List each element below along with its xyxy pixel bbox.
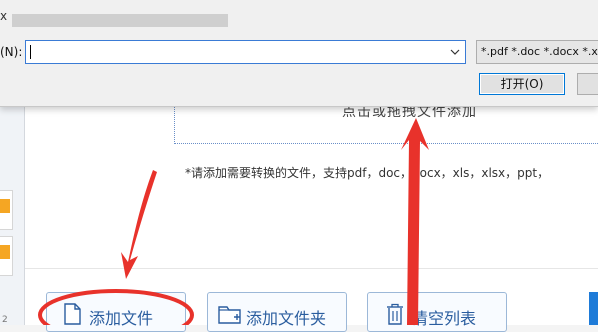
add-folder-button[interactable]: 添加文件夹 [207,292,347,332]
toolbar-divider [25,268,598,269]
trash-icon [386,303,404,325]
file-thumbnail[interactable] [0,190,13,230]
supported-formats-note: *请添加需要转换的文件，支持pdf，doc，docx，xls，xlsx，ppt， [185,166,550,180]
filename-label: (N): [0,45,23,59]
clear-list-button[interactable]: 清空列表 [367,292,507,332]
open-file-dialog: x (N): *.pdf *.doc *.docx *.x 打开(O) [0,0,598,107]
file-icon [63,303,81,325]
file-type-select[interactable]: *.pdf *.doc *.docx *.x [476,40,598,64]
folder-plus-icon [218,303,242,325]
file-list-sidebar [0,100,25,325]
convert-button-edge[interactable] [589,292,598,325]
chevron-down-icon[interactable] [445,41,465,63]
add-file-button[interactable]: 添加文件 [46,292,186,332]
sidebar-page-number: 2 [2,315,8,325]
add-file-label: 添加文件 [89,309,154,328]
file-thumbnail[interactable] [0,236,13,276]
filename-input[interactable] [25,40,466,64]
open-button[interactable]: 打开(O) [479,73,565,95]
file-type-tag-icon [0,245,10,259]
dialog-title-fragment: x [0,9,8,23]
dialog-title-redacted [12,14,228,27]
add-folder-label: 添加文件夹 [246,309,327,328]
clear-list-label: 清空列表 [412,309,477,328]
cancel-button[interactable] [577,73,598,95]
file-type-tag-icon [0,199,10,213]
text-caret [30,45,31,59]
